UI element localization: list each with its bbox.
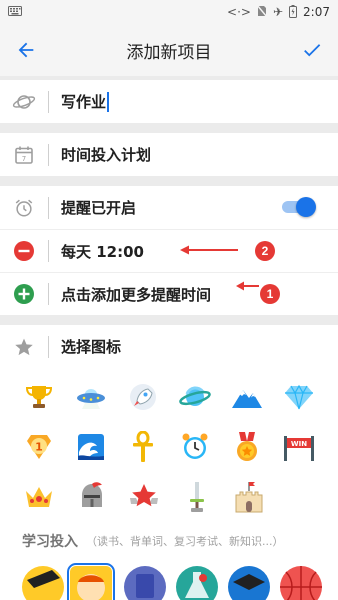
annotation-arrow-2: [180, 245, 238, 255]
castle-icon[interactable]: [232, 480, 266, 514]
rocket-icon[interactable]: [126, 380, 160, 414]
icon-grid: 1 WIN: [0, 368, 338, 522]
svg-text:7: 7: [22, 155, 26, 163]
basketball-icon[interactable]: [280, 566, 322, 600]
link-icon: <·>: [227, 5, 251, 19]
trophy-icon[interactable]: [22, 380, 56, 414]
plus-circle-icon: [14, 284, 34, 304]
battery-icon: [289, 4, 298, 20]
student-icon-selected[interactable]: [67, 563, 115, 600]
check-icon: [304, 44, 321, 57]
svg-text:1: 1: [35, 441, 43, 454]
reminder-time: 每天 12:00: [61, 242, 144, 261]
divider: [48, 196, 49, 219]
icon-row: [10, 472, 328, 522]
planet-outline-icon: [0, 92, 48, 112]
reminder-time-row[interactable]: 每天 12:00 2: [0, 229, 338, 272]
name-input[interactable]: 写作业: [61, 87, 110, 117]
crown-icon[interactable]: [22, 480, 56, 514]
remove-reminder-button[interactable]: [0, 240, 48, 262]
keyboard-icon: [8, 6, 22, 18]
divider: [48, 283, 49, 305]
text-cursor: [107, 91, 110, 112]
clock: 2:07: [303, 5, 330, 19]
alarm-icon: [0, 197, 48, 219]
status-bar: <·> ✈ 2:07: [0, 0, 338, 24]
wave-icon[interactable]: [74, 430, 108, 464]
back-button[interactable]: [10, 34, 42, 66]
knight-helmet-icon[interactable]: [75, 480, 109, 514]
annotation-arrow-1: [236, 281, 259, 291]
diamond-icon[interactable]: [282, 380, 316, 414]
confirm-button[interactable]: [296, 34, 328, 66]
reminder-toggle-row[interactable]: 提醒已开启: [0, 186, 338, 229]
time-plan-row[interactable]: 7 时间投入计划: [0, 133, 338, 176]
planet-icon[interactable]: [178, 380, 212, 414]
category-subtitle: （读书、背单词、复习考试、新知识...）: [86, 535, 284, 548]
science-flask-icon[interactable]: [176, 566, 218, 600]
airplane-icon: ✈: [272, 5, 284, 19]
ankh-icon[interactable]: [126, 430, 160, 464]
sword-icon[interactable]: [180, 480, 214, 514]
svg-text:WIN: WIN: [291, 440, 307, 448]
icon-row: 1 WIN: [10, 422, 328, 472]
divider: [48, 335, 49, 358]
reminder-label: 提醒已开启: [61, 199, 137, 217]
annotation-badge-1: 1: [260, 284, 280, 304]
mountain-icon[interactable]: [230, 380, 264, 414]
choose-icon-row[interactable]: 选择图标: [0, 325, 338, 368]
choose-icon-label: 选择图标: [61, 338, 122, 356]
category-title: 学习投入: [22, 534, 78, 550]
category-icon-row: [0, 560, 338, 600]
icon-row: [10, 372, 328, 422]
alarm-clock-icon[interactable]: [178, 430, 212, 464]
graduation-cap-icon[interactable]: [228, 566, 270, 600]
scholar-icon[interactable]: [22, 566, 64, 600]
add-reminder-row[interactable]: 点击添加更多提醒时间 1: [0, 272, 338, 315]
name-input-value: 写作业: [61, 93, 107, 111]
divider: [48, 90, 49, 113]
ufo-icon[interactable]: [74, 380, 108, 414]
no-sim-icon: [256, 4, 268, 19]
add-reminder-button[interactable]: [0, 283, 48, 305]
star-icon: [0, 337, 48, 357]
page-title: 添加新项目: [126, 42, 212, 63]
arrow-back-icon: [18, 42, 34, 58]
name-row: 写作业: [0, 80, 338, 123]
book-icon[interactable]: [124, 566, 166, 600]
time-plan-label: 时间投入计划: [61, 146, 152, 164]
add-reminder-label: 点击添加更多提醒时间: [61, 285, 212, 304]
category-header: 学习投入 （读书、背单词、复习考试、新知识...）: [0, 522, 338, 560]
reminder-toggle[interactable]: [282, 197, 316, 217]
toggle-knob: [296, 197, 316, 217]
divider: [48, 143, 49, 166]
divider: [48, 240, 49, 262]
calendar-icon: 7: [0, 145, 48, 165]
minus-circle-icon: [14, 241, 34, 261]
app-bar: 添加新项目: [0, 24, 338, 76]
medal-1-icon[interactable]: 1: [22, 430, 56, 464]
star-badge-icon[interactable]: [127, 480, 161, 514]
annotation-badge-2: 2: [255, 241, 275, 261]
medal-icon[interactable]: [230, 430, 264, 464]
win-finish-icon[interactable]: WIN: [282, 430, 316, 464]
